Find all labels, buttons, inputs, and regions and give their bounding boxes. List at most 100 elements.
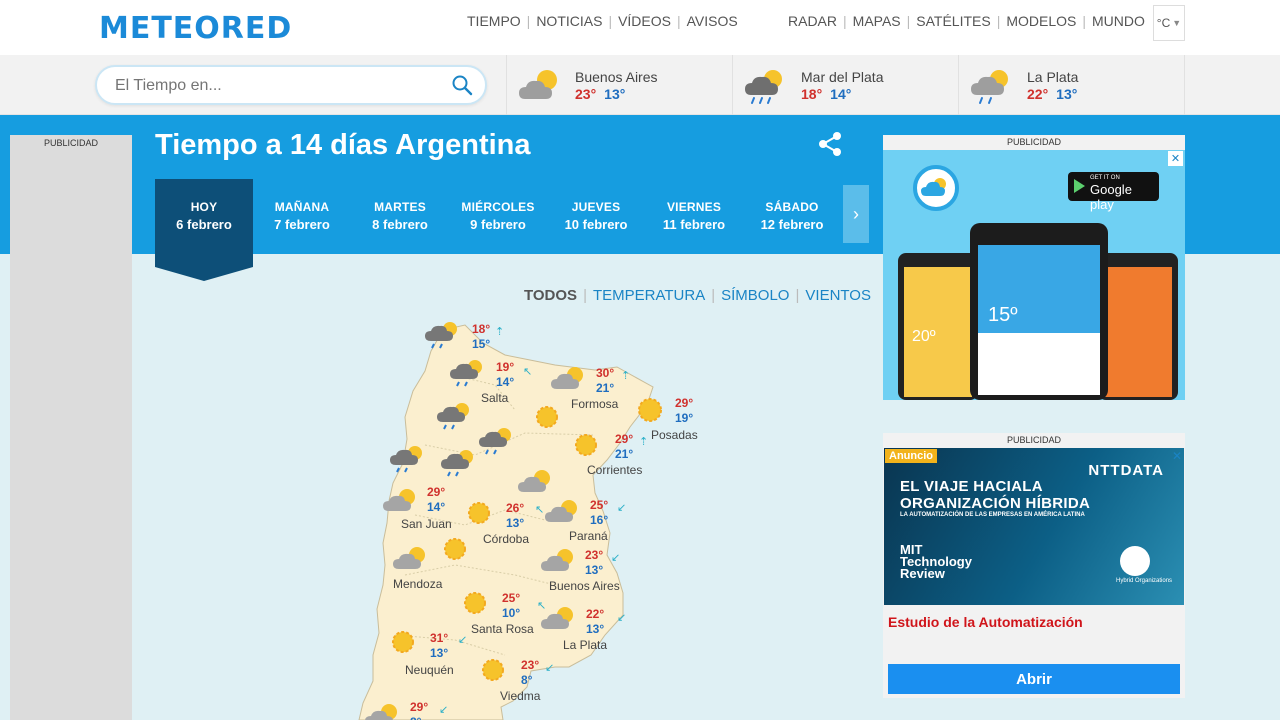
ad-banner-image[interactable]: Anuncio ✕ NTTDATA EL VIAJE HACIALA ORGAN… — [884, 448, 1184, 605]
nav-tiempo[interactable]: TIEMPO — [467, 13, 521, 29]
temp-min: 13° — [430, 646, 449, 660]
close-icon[interactable]: ✕ — [1172, 449, 1182, 463]
day-name: SÁBADO — [765, 200, 819, 214]
map-label-mendoza: Mendoza — [393, 577, 443, 591]
nav-separator: | — [996, 13, 1001, 29]
temp-max: 29° — [615, 432, 634, 446]
nav-videos[interactable]: VÍDEOS — [618, 13, 671, 29]
sun-icon — [392, 631, 414, 653]
temp-max: 25° — [502, 591, 521, 605]
search-input[interactable] — [115, 75, 435, 97]
temp-max: 19° — [496, 360, 515, 374]
search-box — [95, 65, 487, 105]
open-button[interactable]: Abrir — [888, 664, 1180, 694]
mit-logo: MIT Technology Review — [900, 542, 972, 581]
temp-min: 15° — [472, 337, 491, 351]
unit-selector[interactable]: °C ▼ — [1153, 5, 1185, 41]
ntt-data-logo: NTTDATA — [1088, 462, 1164, 479]
city-forecast-mar-del-plata[interactable]: Mar del Plata 18° 14° — [732, 55, 959, 115]
temp-max: 25° — [590, 498, 609, 512]
city-temps: 22° 13° — [1027, 86, 1077, 102]
temp-max: 23° — [521, 658, 540, 672]
ad-headline: EL VIAJE HACIALA ORGANIZACIÓN HÍBRIDA — [900, 478, 1091, 512]
temp-max: 29° — [427, 485, 446, 499]
temp-min: 10° — [502, 606, 521, 620]
wind-arrow-icon: ↙ — [617, 502, 627, 514]
weather-map[interactable]: Salta Formosa Posadas Corrientes San Jua… — [355, 315, 715, 720]
ad-subheadline: LA AUTOMATIZACIÓN DE LAS EMPRESAS EN AMÉ… — [900, 512, 1085, 518]
partly-cloudy-icon — [517, 67, 565, 108]
hybrid-organizations-icon — [1120, 546, 1150, 576]
map-temp: 26° 13° — [506, 501, 524, 531]
play-store-icon — [1074, 179, 1085, 193]
map-temp: 23° 13° — [585, 548, 603, 578]
temp-max: 22° — [586, 607, 605, 621]
day-date: 10 febrero — [564, 217, 628, 232]
nav-avisos[interactable]: AVISOS — [687, 13, 738, 29]
filter-vientos[interactable]: VIENTOS — [805, 287, 871, 304]
nav-satelites[interactable]: SATÉLITES — [916, 13, 990, 29]
map-temp: 22° 13° — [586, 607, 604, 637]
app-ad-banner[interactable]: PUBLICIDAD ✕ GET IT ON Google play 15º 2… — [883, 135, 1185, 400]
partly-cloudy-icon — [551, 367, 583, 389]
map-temp: 29°8° — [410, 700, 428, 720]
map-label-neuquen: Neuquén — [405, 663, 454, 677]
temp-max: 22° — [1027, 86, 1049, 102]
day-date: 12 febrero — [760, 217, 824, 232]
map-temp: 31° 13° — [430, 631, 448, 661]
google-play-badge[interactable]: GET IT ON Google play — [1068, 172, 1159, 212]
city-forecast-la-plata[interactable]: La Plata 22° 13° — [958, 55, 1185, 115]
temp-max: 26° — [506, 501, 525, 515]
meteored-logo[interactable]: METEORED — [99, 11, 292, 46]
temp-min: 19° — [675, 411, 694, 425]
map-temp: 19° 14° — [496, 360, 514, 390]
app-logo-icon — [913, 165, 959, 211]
nav-modelos[interactable]: MODELOS — [1006, 13, 1076, 29]
day-tab-miercoles[interactable]: MIÉRCOLES 9 febrero — [449, 179, 547, 249]
search-icon[interactable] — [451, 74, 473, 101]
day-tab-hoy[interactable]: HOY 6 febrero — [155, 179, 253, 281]
temp-max: 23° — [585, 548, 604, 562]
map-label-corrientes: Corrientes — [587, 463, 643, 477]
map-label-buenos-aires: Buenos Aires — [549, 579, 620, 593]
day-tab-manana[interactable]: MAÑANA 7 febrero — [253, 179, 351, 249]
city-temps: 18° 14° — [801, 86, 851, 102]
day-tab-viernes[interactable]: VIERNES 11 febrero — [645, 179, 743, 249]
filter-simbolo[interactable]: SÍMBOLO — [721, 287, 789, 304]
temp-min: 13° — [506, 516, 525, 530]
city-forecast-buenos-aires[interactable]: Buenos Aires 23° 13° — [506, 55, 733, 115]
top-header: METEORED TIEMPO | NOTICIAS | VÍDEOS | AVISO… — [0, 0, 1280, 55]
temp-min: 14° — [496, 375, 515, 389]
search-strip: Buenos Aires 23° 13° Mar del Plata 18° 14°… — [0, 55, 1280, 115]
ad-title[interactable]: Estudio de la Automatización — [888, 614, 1083, 630]
wind-arrow-icon: ↖ — [537, 600, 547, 612]
share-icon[interactable] — [817, 131, 843, 162]
sun-icon — [536, 406, 558, 428]
wind-arrow-icon: ⇡ — [621, 370, 631, 382]
day-tab-jueves[interactable]: JUEVES 10 febrero — [547, 179, 645, 249]
close-icon[interactable]: ✕ — [1168, 151, 1183, 166]
nav-radar[interactable]: RADAR — [788, 13, 837, 29]
nav-noticias[interactable]: NOTICIAS — [536, 13, 602, 29]
nav-mapas[interactable]: MAPAS — [853, 13, 901, 29]
filter-temperatura[interactable]: TEMPERATURA — [593, 287, 705, 304]
wind-arrow-icon: ↙ — [545, 662, 555, 674]
sun-icon — [444, 538, 466, 560]
map-label-parana: Paraná — [569, 529, 608, 543]
day-date: 7 febrero — [274, 217, 330, 232]
nav-separator: | — [608, 13, 613, 29]
day-name: MARTES — [374, 200, 426, 214]
ntt-ad-banner[interactable]: PUBLICIDAD Anuncio ✕ NTTDATA EL VIAJE HA… — [883, 433, 1185, 698]
day-tab-sabado[interactable]: SÁBADO 12 febrero — [743, 179, 841, 249]
temp-max: 18° — [801, 86, 823, 102]
partly-cloudy-icon — [365, 704, 397, 720]
temp-min: 16° — [590, 513, 609, 527]
chevron-right-icon[interactable]: › — [843, 185, 869, 243]
filter-todos[interactable]: TODOS — [524, 287, 577, 304]
temp-max: 31° — [430, 631, 449, 645]
partly-cloudy-icon — [518, 470, 550, 492]
city-name: Mar del Plata — [801, 69, 884, 85]
day-tab-martes[interactable]: MARTES 8 febrero — [351, 179, 449, 249]
nav-mundo[interactable]: MUNDO — [1092, 13, 1145, 29]
rain-cloud-icon — [450, 360, 482, 387]
